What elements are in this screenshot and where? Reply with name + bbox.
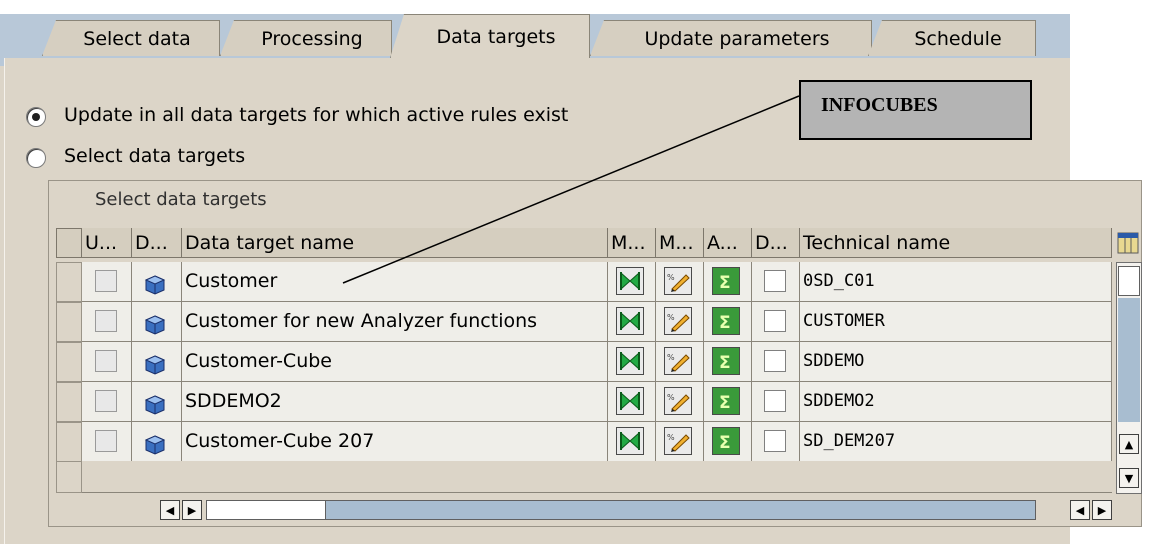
tab-data-targets[interactable]: Data targets <box>390 14 590 58</box>
infocubes-callout: INFOCUBES <box>799 80 1032 140</box>
tab-label: Data targets <box>436 25 556 48</box>
